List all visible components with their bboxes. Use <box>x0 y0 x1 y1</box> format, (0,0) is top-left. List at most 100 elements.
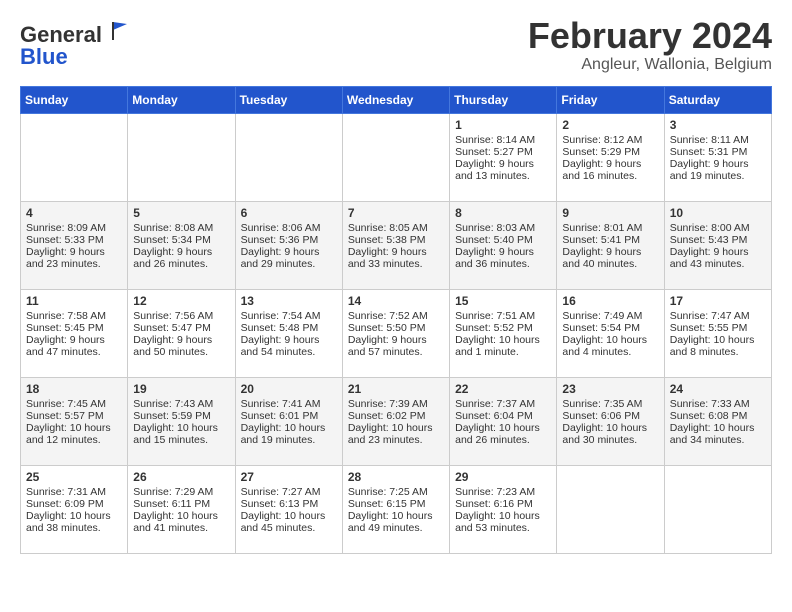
day-detail: Daylight: 10 hours <box>348 422 444 434</box>
day-number: 24 <box>670 382 766 396</box>
day-detail: Sunrise: 8:12 AM <box>562 134 658 146</box>
day-detail: Daylight: 10 hours <box>133 422 229 434</box>
day-number: 7 <box>348 206 444 220</box>
day-detail: Sunrise: 7:52 AM <box>348 310 444 322</box>
day-detail: Sunset: 5:29 PM <box>562 146 658 158</box>
calendar-cell: 16Sunrise: 7:49 AMSunset: 5:54 PMDayligh… <box>557 289 664 377</box>
day-detail: Sunrise: 7:41 AM <box>241 398 337 410</box>
calendar-cell: 12Sunrise: 7:56 AMSunset: 5:47 PMDayligh… <box>128 289 235 377</box>
day-detail: Sunset: 5:52 PM <box>455 322 551 334</box>
weekday-header-thursday: Thursday <box>450 86 557 113</box>
day-number: 18 <box>26 382 122 396</box>
calendar-cell <box>128 113 235 201</box>
calendar-cell: 11Sunrise: 7:58 AMSunset: 5:45 PMDayligh… <box>21 289 128 377</box>
day-detail: and 8 minutes. <box>670 346 766 358</box>
day-detail: Sunset: 6:09 PM <box>26 498 122 510</box>
day-detail: Daylight: 9 hours <box>348 246 444 258</box>
calendar-cell: 8Sunrise: 8:03 AMSunset: 5:40 PMDaylight… <box>450 201 557 289</box>
day-detail: and 23 minutes. <box>26 258 122 270</box>
calendar-cell: 26Sunrise: 7:29 AMSunset: 6:11 PMDayligh… <box>128 465 235 553</box>
day-detail: Sunset: 6:15 PM <box>348 498 444 510</box>
day-detail: Daylight: 9 hours <box>348 334 444 346</box>
day-detail: Sunrise: 7:37 AM <box>455 398 551 410</box>
calendar-cell: 10Sunrise: 8:00 AMSunset: 5:43 PMDayligh… <box>664 201 771 289</box>
day-detail: and 13 minutes. <box>455 170 551 182</box>
day-number: 22 <box>455 382 551 396</box>
calendar-cell: 14Sunrise: 7:52 AMSunset: 5:50 PMDayligh… <box>342 289 449 377</box>
day-detail: and 41 minutes. <box>133 522 229 534</box>
day-detail: Daylight: 10 hours <box>241 510 337 522</box>
day-detail: Daylight: 9 hours <box>133 334 229 346</box>
calendar-week-3: 11Sunrise: 7:58 AMSunset: 5:45 PMDayligh… <box>21 289 772 377</box>
day-number: 8 <box>455 206 551 220</box>
day-detail: Sunrise: 7:45 AM <box>26 398 122 410</box>
weekday-header-monday: Monday <box>128 86 235 113</box>
day-detail: Daylight: 10 hours <box>133 510 229 522</box>
day-detail: Sunrise: 7:58 AM <box>26 310 122 322</box>
day-detail: and 30 minutes. <box>562 434 658 446</box>
calendar-cell: 1Sunrise: 8:14 AMSunset: 5:27 PMDaylight… <box>450 113 557 201</box>
day-detail: Sunset: 6:11 PM <box>133 498 229 510</box>
day-detail: and 33 minutes. <box>348 258 444 270</box>
calendar-cell: 24 Sunrise: 7:33 AMSunset: 6:08 PMDayligh… <box>664 377 771 465</box>
day-detail: Sunset: 6:08 PM <box>670 410 766 422</box>
day-number: 1 <box>455 118 551 132</box>
day-detail: Daylight: 9 hours <box>455 158 551 170</box>
day-detail: Daylight: 10 hours <box>348 510 444 522</box>
day-detail: Sunrise: 7:27 AM <box>241 486 337 498</box>
day-detail: Daylight: 9 hours <box>26 246 122 258</box>
day-detail: and 26 minutes. <box>455 434 551 446</box>
day-detail: Sunrise: 8:03 AM <box>455 222 551 234</box>
day-detail: Sunset: 5:59 PM <box>133 410 229 422</box>
day-detail: Sunset: 5:33 PM <box>26 234 122 246</box>
day-detail: Sunset: 6:04 PM <box>455 410 551 422</box>
day-number: 26 <box>133 470 229 484</box>
day-detail: Daylight: 9 hours <box>241 334 337 346</box>
day-detail: Sunrise: 7:54 AM <box>241 310 337 322</box>
day-detail: Sunrise: 7:23 AM <box>455 486 551 498</box>
calendar-cell: 29Sunrise: 7:23 AMSunset: 6:16 PMDayligh… <box>450 465 557 553</box>
day-number: 13 <box>241 294 337 308</box>
day-detail: Daylight: 9 hours <box>133 246 229 258</box>
day-detail: and 57 minutes. <box>348 346 444 358</box>
day-detail: Sunrise: 7:33 AM <box>670 398 766 410</box>
day-detail: Sunrise: 7:56 AM <box>133 310 229 322</box>
weekday-header-friday: Friday <box>557 86 664 113</box>
calendar-cell: 15Sunrise: 7:51 AMSunset: 5:52 PMDayligh… <box>450 289 557 377</box>
calendar-cell: 21Sunrise: 7:39 AMSunset: 6:02 PMDayligh… <box>342 377 449 465</box>
day-number: 9 <box>562 206 658 220</box>
calendar-cell <box>342 113 449 201</box>
day-detail: Daylight: 10 hours <box>562 334 658 346</box>
day-detail: and 49 minutes. <box>348 522 444 534</box>
day-number: 10 <box>670 206 766 220</box>
day-detail: Sunrise: 8:05 AM <box>348 222 444 234</box>
day-detail: Sunrise: 7:39 AM <box>348 398 444 410</box>
calendar-cell: 23Sunrise: 7:35 AMSunset: 6:06 PMDayligh… <box>557 377 664 465</box>
day-detail: Sunset: 5:48 PM <box>241 322 337 334</box>
calendar-cell: 6Sunrise: 8:06 AMSunset: 5:36 PMDaylight… <box>235 201 342 289</box>
day-detail: and 16 minutes. <box>562 170 658 182</box>
calendar-cell: 18Sunrise: 7:45 AMSunset: 5:57 PMDayligh… <box>21 377 128 465</box>
day-detail: Sunset: 6:13 PM <box>241 498 337 510</box>
day-detail: Sunset: 5:47 PM <box>133 322 229 334</box>
day-detail: Sunrise: 8:11 AM <box>670 134 766 146</box>
day-number: 29 <box>455 470 551 484</box>
day-detail: Sunrise: 8:00 AM <box>670 222 766 234</box>
calendar-cell: 13 Sunrise: 7:54 AMSunset: 5:48 PMDayligh… <box>235 289 342 377</box>
calendar-cell: 22Sunrise: 7:37 AMSunset: 6:04 PMDayligh… <box>450 377 557 465</box>
day-detail: and 36 minutes. <box>455 258 551 270</box>
day-detail: Daylight: 9 hours <box>241 246 337 258</box>
day-detail: Daylight: 10 hours <box>670 422 766 434</box>
day-detail: Sunrise: 8:14 AM <box>455 134 551 146</box>
day-detail: and 40 minutes. <box>562 258 658 270</box>
day-detail: Sunset: 5:36 PM <box>241 234 337 246</box>
day-detail: and 50 minutes. <box>133 346 229 358</box>
weekday-header-wednesday: Wednesday <box>342 86 449 113</box>
day-detail: Sunset: 6:02 PM <box>348 410 444 422</box>
day-detail: Daylight: 9 hours <box>670 158 766 170</box>
day-detail: Sunrise: 8:08 AM <box>133 222 229 234</box>
day-detail: Daylight: 10 hours <box>241 422 337 434</box>
calendar-table: SundayMondayTuesdayWednesdayThursdayFrid… <box>20 86 772 554</box>
day-detail: Daylight: 9 hours <box>26 334 122 346</box>
calendar-cell: 7Sunrise: 8:05 AMSunset: 5:38 PMDaylight… <box>342 201 449 289</box>
